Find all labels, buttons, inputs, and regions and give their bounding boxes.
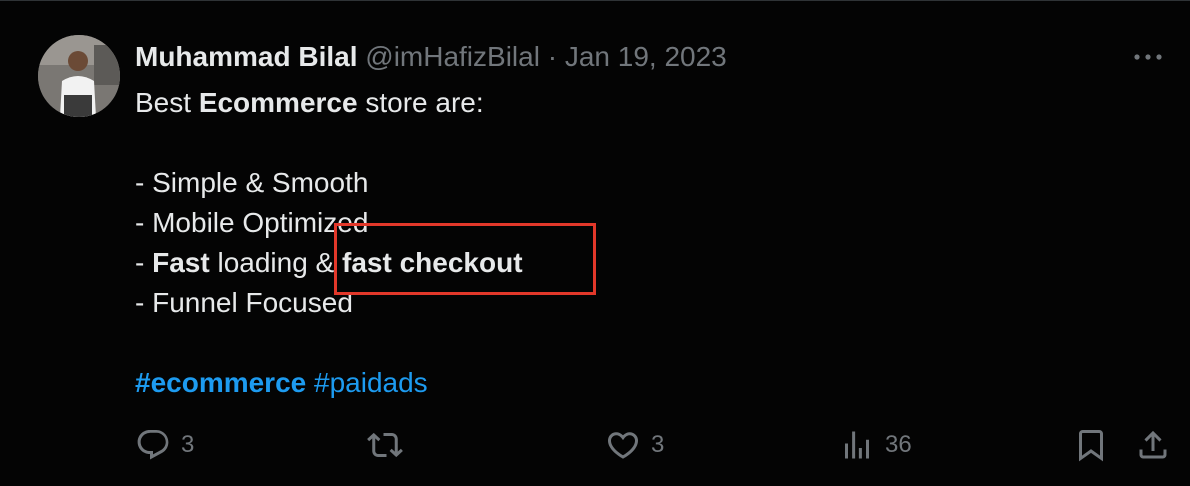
reply-icon — [137, 430, 169, 460]
author-handle[interactable]: @imHafizBilal — [365, 41, 540, 72]
action-bar: 3 3 36 — [135, 425, 1175, 465]
header-separator: · — [547, 41, 558, 72]
like-count: 3 — [651, 431, 665, 458]
retweet-button[interactable] — [367, 425, 413, 465]
author-name[interactable]: Muhammad Bilal — [135, 41, 357, 72]
bold-text: Fast — [152, 247, 210, 278]
text-segment: - — [135, 247, 153, 278]
tweet-line-1: Best Ecommerce store are: — [135, 83, 523, 123]
tweet-header: Muhammad Bilal @imHafizBilal · Jan 19, 2… — [135, 39, 727, 75]
text-segment: store are: — [357, 87, 484, 118]
bold-text: Ecommerce — [198, 87, 358, 118]
tweet-line-2: - Simple & Smooth — [135, 167, 369, 198]
hashtag-link[interactable]: #paidads — [314, 367, 428, 398]
text-segment: Best — [135, 87, 199, 118]
like-button[interactable]: 3 — [605, 425, 664, 465]
avatar[interactable] — [38, 35, 120, 117]
hashtag-line: #ecommerce #paidads — [135, 363, 523, 403]
retweet-icon — [367, 432, 403, 458]
text-segment: loading & — [209, 247, 343, 278]
bookmark-button[interactable] — [1073, 425, 1109, 465]
tweet-card[interactable]: Muhammad Bilal @imHafizBilal · Jan 19, 2… — [0, 0, 1190, 486]
analytics-icon — [845, 431, 869, 459]
views-count: 36 — [885, 431, 912, 458]
share-button[interactable] — [1135, 425, 1171, 465]
more-button[interactable] — [1128, 43, 1168, 71]
tweet-date[interactable]: Jan 19, 2023 — [565, 41, 727, 72]
bookmark-icon — [1079, 430, 1103, 462]
hashtag-link[interactable]: #ecommerce — [135, 367, 306, 398]
avatar-photo — [38, 35, 120, 117]
reply-count: 3 — [181, 431, 195, 458]
more-dots-icon — [1134, 54, 1162, 60]
reply-button[interactable]: 3 — [135, 425, 194, 465]
share-icon — [1139, 430, 1167, 459]
highlight-annotation-box — [334, 223, 596, 295]
views-button[interactable]: 36 — [839, 425, 912, 465]
heart-icon — [607, 432, 639, 459]
